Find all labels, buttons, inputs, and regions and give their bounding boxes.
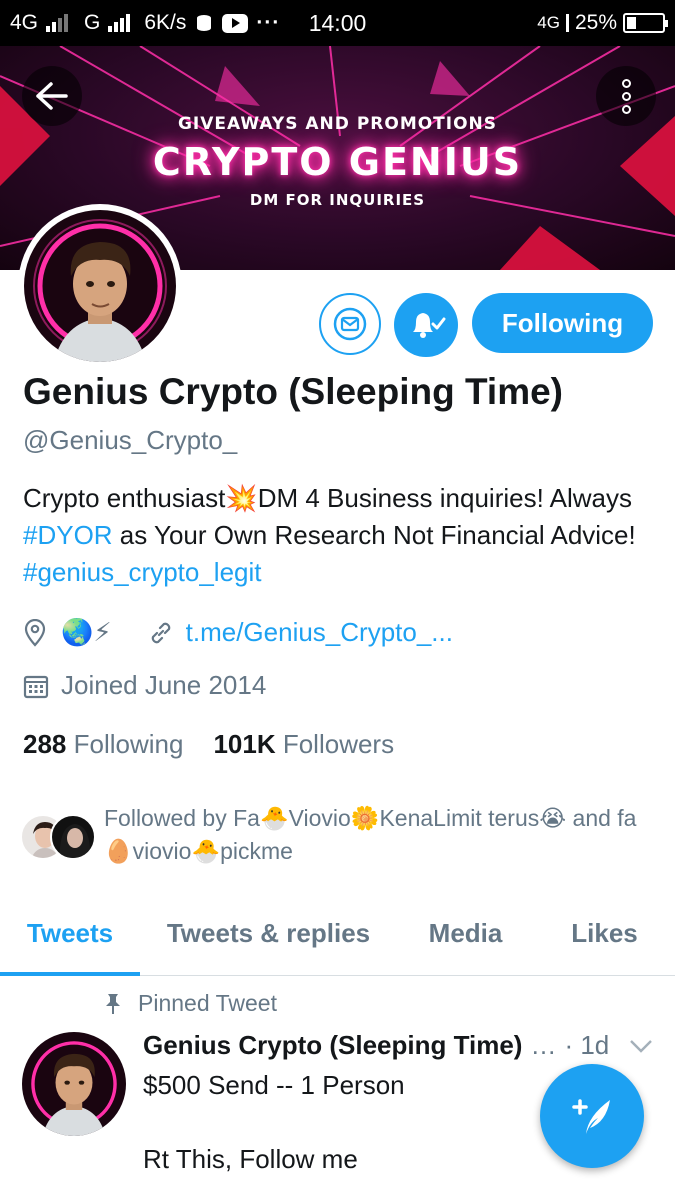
bio-text: DM 4 Business inquiries! Always [257, 483, 632, 513]
compose-tweet-icon [572, 1099, 610, 1134]
tab-tweets-replies[interactable]: Tweets & replies [140, 890, 397, 976]
more-options-button[interactable] [596, 66, 656, 126]
network-label: 4G [10, 11, 39, 34]
bio-text: Crypto enthusiast [23, 483, 226, 513]
envelope-icon [333, 307, 367, 341]
battery-icon [623, 13, 668, 33]
profile-handle: @Genius_Crypto_ [23, 425, 238, 455]
mutual-avatars [20, 814, 100, 862]
status-bar: 4G G 6K/s ··· 14:00 4G 25% [0, 0, 675, 46]
tab-tweets[interactable]: Tweets [0, 890, 140, 976]
chevron-down-icon[interactable] [629, 1038, 653, 1054]
notifications-button[interactable] [394, 293, 458, 357]
banner-subtitle: GIVEAWAYS AND PROMOTIONS [177, 114, 498, 134]
profile-tabs: Tweets Tweets & replies Media Likes [0, 890, 675, 976]
avatar [50, 814, 96, 860]
location-pin-icon [24, 618, 46, 647]
joined-date: Joined June 2014 [61, 670, 267, 700]
following-button[interactable]: Following [472, 293, 653, 353]
active-tab-indicator [0, 972, 140, 976]
network-label-3: 4G [537, 13, 560, 32]
battery-percent: 25% [574, 11, 617, 34]
signal-icon-3 [565, 14, 569, 32]
hashtag-link[interactable]: #genius_crypto_legit [23, 557, 262, 587]
signal-icon [46, 14, 69, 32]
back-button[interactable] [22, 66, 82, 126]
bell-check-icon [413, 313, 446, 338]
profile-avatar[interactable] [18, 204, 182, 368]
overflow-dots-icon: ··· [256, 11, 281, 34]
tweet-time: · 1d [564, 1030, 610, 1060]
tweet-text-line: $500 Send -- 1 Person [143, 1070, 405, 1100]
bio-text: as Your Own Research Not Financial Advic… [112, 520, 636, 550]
follow-counts: 288 Following 101K Followers [23, 729, 394, 760]
tweet-text-line: Rt This, Follow me [143, 1144, 358, 1174]
data-saver-icon [197, 15, 212, 31]
tweet-ellipsis: … [530, 1030, 557, 1060]
tab-likes[interactable]: Likes [534, 890, 675, 976]
network-label-2: G [84, 11, 101, 34]
link-icon [151, 622, 170, 643]
bio-emoji: 💥 [225, 483, 258, 513]
following-count-link[interactable]: 288 Following [23, 729, 183, 760]
pin-icon [106, 993, 120, 1014]
tweet-header: Genius Crypto (Sleeping Time) … · 1d [143, 1030, 658, 1061]
youtube-icon [222, 13, 249, 33]
banner-title: CRYPTO GENIUS [152, 140, 523, 184]
signal-icon-2 [108, 14, 131, 32]
profile-meta-joined: Joined June 2014 [23, 670, 266, 701]
location-text: 🌏⚡ [61, 617, 112, 647]
calendar-icon [23, 675, 49, 698]
network-speed: 6K/s [144, 11, 187, 34]
pinned-tweet-label: Pinned Tweet [104, 990, 277, 1017]
pinned-text: Pinned Tweet [138, 990, 277, 1016]
back-arrow-icon [36, 82, 68, 110]
tweet-avatar[interactable] [22, 1032, 126, 1136]
profile-bio: Crypto enthusiast💥DM 4 Business inquirie… [23, 480, 653, 591]
message-button[interactable] [319, 293, 381, 355]
profile-name: Genius Crypto (Sleeping Time) [23, 371, 564, 412]
website-link[interactable]: t.me/Genius_Crypto_... [186, 617, 453, 648]
hashtag-link[interactable]: #DYOR [23, 520, 113, 550]
profile-meta-location: 🌏⚡ t.me/Genius_Crypto_... [23, 617, 453, 648]
avatar-image [24, 210, 176, 362]
compose-tweet-button[interactable] [540, 1064, 644, 1168]
tab-media[interactable]: Media [397, 890, 534, 976]
more-vertical-icon [621, 78, 631, 114]
followed-by-text: Followed by Fa🐣Viovio🌼KenaLimit terus😭 a… [104, 805, 637, 864]
tweet-author-name[interactable]: Genius Crypto (Sleeping Time) [143, 1030, 522, 1061]
followers-count-link[interactable]: 101K Followers [213, 729, 394, 760]
